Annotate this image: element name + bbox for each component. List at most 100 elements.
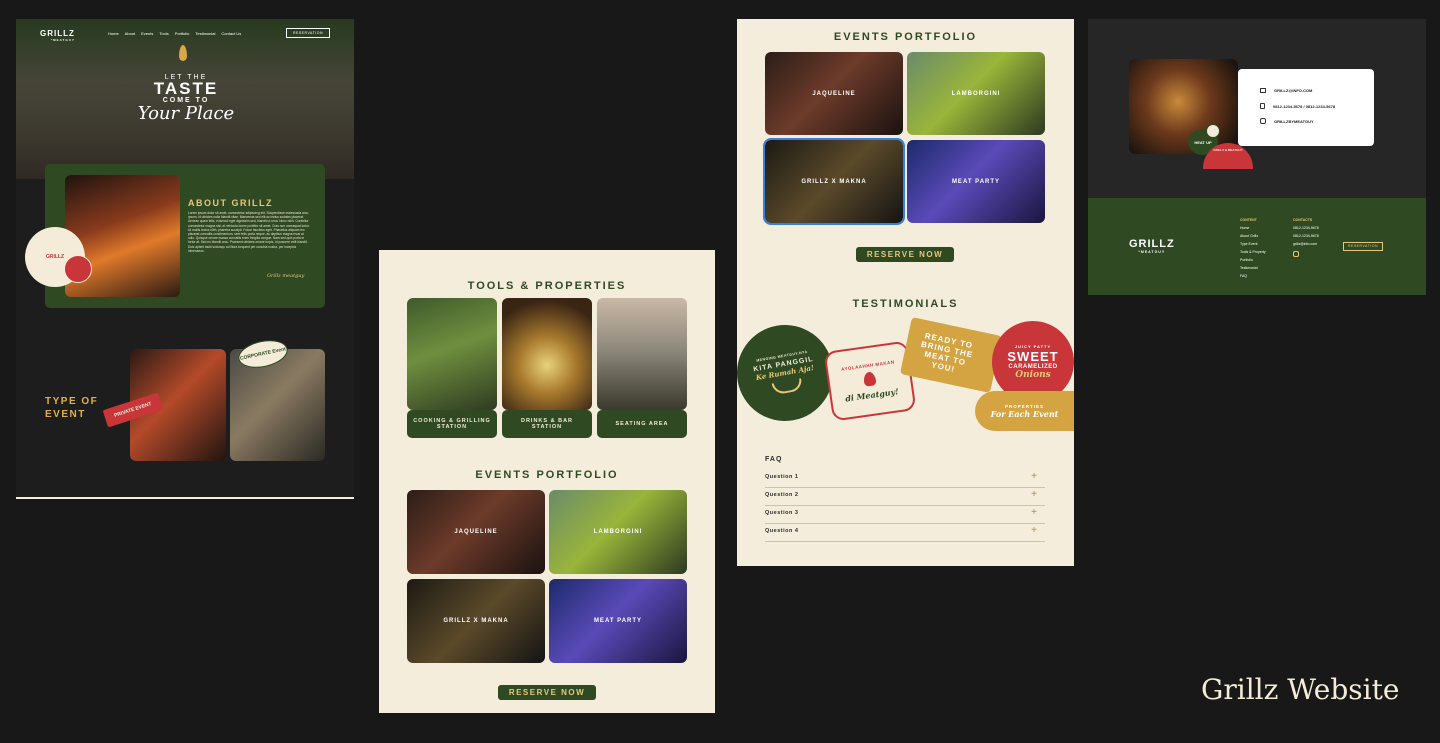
events-lamborgini-label: LAMBORGINI: [951, 90, 1001, 97]
events-portfolio-lamborgini[interactable]: LAMBORGINI: [907, 52, 1045, 135]
contact-phone: 0812-1234-5678 / 0812-1234-5678: [1273, 103, 1336, 109]
nav-home[interactable]: Home: [108, 31, 119, 36]
contact-instagram-row[interactable]: GRILLZBYMEATGUY: [1260, 118, 1314, 124]
plus-icon[interactable]: +: [1031, 471, 1037, 482]
nav-tools[interactable]: Tools: [159, 31, 168, 36]
portfolio-lamborgini[interactable]: LAMBORGINI: [549, 490, 687, 574]
home-logo-text: GRILLZ: [40, 29, 75, 38]
properties-sticker: PROPERTIES For Each Event: [975, 391, 1074, 431]
tools-drinks-photo: [502, 298, 592, 410]
portfolio-meat-party[interactable]: MEAT PARTY: [549, 579, 687, 663]
hero-line-2: TASTE: [153, 79, 219, 98]
events-portfolio-grillz-makna[interactable]: GRILLZ X MAKNA: [763, 138, 905, 225]
faq-item-3[interactable]: Question 3 +: [765, 506, 1045, 524]
grillz-badge-text: GRILLZ: [45, 254, 65, 260]
tools-drinks-caption: DRINKS & BAR STATION: [502, 410, 592, 438]
footer-logo-sub: *MEATGUY: [1138, 250, 1166, 254]
footer-contacts-title: CONTACTS: [1293, 218, 1313, 222]
footer: GRILLZ *MEATGUY CONTENT Home About Grill…: [1088, 198, 1426, 295]
footer-link-tools[interactable]: Tools & Property: [1240, 248, 1266, 256]
for-each-text: For Each Event: [990, 408, 1059, 419]
email-icon: [1260, 88, 1266, 93]
flame-icon: [862, 370, 877, 387]
plus-icon[interactable]: +: [1031, 489, 1037, 500]
hero-line-4: Your Place: [137, 103, 235, 124]
plus-icon[interactable]: +: [1031, 507, 1037, 518]
portfolio-jaqueline-label: JAQUELINE: [454, 529, 498, 535]
phone-icon: [1260, 103, 1265, 109]
footer-link-type-event[interactable]: Type Event: [1240, 240, 1266, 248]
footer-reservation-button[interactable]: RESERVATION: [1343, 242, 1383, 251]
type-of-event-title: TYPE OF EVENT: [45, 395, 98, 421]
tools-page-mockup: TOOLS & PROPERTIES COOKING & GRILLING ST…: [379, 250, 715, 713]
tools-title: TOOLS & PROPERTIES: [467, 280, 627, 292]
kita-panggil-sticker: MENGING MEATGUY.NYA KITA PANGGIL Ke Ruma…: [737, 317, 841, 429]
events-grillz-makna-label: GRILLZ X MAKNA: [801, 178, 867, 185]
nav-testimonial[interactable]: Testimonial: [195, 31, 215, 36]
events-portfolio-meat-party[interactable]: MEAT PARTY: [907, 140, 1045, 223]
ayolah-makan-sticker: AYOLAAHHH MAKAN di Meatguy!: [823, 340, 917, 422]
tools-cooking-caption: COOKING & GRILLING STATION: [407, 410, 497, 438]
portfolio-jaqueline[interactable]: JAQUELINE: [407, 490, 545, 574]
faq-item-2[interactable]: Question 2 +: [765, 488, 1045, 506]
instagram-icon: [1260, 118, 1266, 124]
footer-content-column: CONTENT Home About Grillz Type Event Too…: [1240, 216, 1266, 280]
home-logo-sub: *MEATGUY: [50, 38, 75, 42]
footer-link-home[interactable]: Home: [1240, 224, 1266, 232]
faq-question-3: Question 3: [765, 510, 799, 516]
nav-events[interactable]: Events: [141, 31, 153, 36]
footer-link-portfolio[interactable]: Portfolio: [1240, 256, 1266, 264]
tools-seating-caption: SEATING AREA: [597, 410, 687, 438]
hero-headline: LET THE TASTE COME TO Your Place: [116, 74, 256, 124]
tools-reserve-button[interactable]: RESERVE NOW: [498, 685, 596, 700]
tools-seating-photo: [597, 298, 687, 410]
nav-about[interactable]: About: [125, 31, 135, 36]
grill-icon: [771, 377, 804, 395]
events-reserve-button[interactable]: RESERVE NOW: [856, 247, 954, 262]
about-title: ABOUT GRILLZ: [188, 198, 273, 208]
onions-text: Onions: [1015, 370, 1051, 380]
contact-email-row[interactable]: GRILLZ@INFO.COM: [1260, 88, 1312, 93]
portfolio-grillz-makna-label: GRILLZ X MAKNA: [443, 618, 509, 624]
events-portfolio-title: EVENTS PORTFOLIO: [833, 31, 978, 43]
footer-email: grillz@info.com: [1293, 242, 1317, 246]
faq-question-4: Question 4: [765, 528, 799, 534]
heat-up-text: HEAT UP: [1194, 139, 1212, 145]
footer-logo-text: GRILLZ: [1129, 238, 1175, 250]
ayo-line-2: di Meatguy!: [844, 385, 900, 404]
footer-logo[interactable]: GRILLZ *MEATGUY: [1129, 238, 1175, 254]
home-logo[interactable]: GRILLZ *MEATGUY: [40, 29, 75, 42]
footer-contacts-column: CONTACTS 0812-1234-5678 0812-1234-5678 g…: [1293, 216, 1319, 257]
testimonials-title: TESTIMONIALS: [852, 298, 959, 310]
plus-icon[interactable]: +: [1031, 525, 1037, 536]
tools-portfolio-title: EVENTS PORTFOLIO: [475, 469, 619, 481]
events-jaqueline-label: JAQUELINE: [812, 90, 856, 97]
events-portfolio-jaqueline[interactable]: JAQUELINE: [765, 52, 903, 135]
ready-text: READY TO BRING THE MEAT TO YOU!: [920, 331, 974, 375]
corporate-event-text: CORPORATE Event: [239, 346, 287, 362]
footer-link-about[interactable]: About Grillz: [1240, 232, 1266, 240]
smiley-icon: [1206, 124, 1220, 138]
footer-link-testimonial[interactable]: Testimonial: [1240, 264, 1266, 272]
nav-contact[interactable]: Contact Us: [221, 31, 241, 36]
contact-instagram: GRILLZBYMEATGUY: [1274, 118, 1314, 124]
showcase-caption: Grillz Website: [1201, 673, 1400, 706]
about-card: ABOUT GRILLZ Lorem ipsum dolor sit amet,…: [45, 164, 325, 308]
faq-item-1[interactable]: Question 1 +: [765, 470, 1045, 488]
instagram-icon[interactable]: [1293, 251, 1299, 257]
home-reservation-button[interactable]: RESERVATION: [286, 28, 330, 38]
type-title-line-1: TYPE OF: [45, 396, 99, 407]
nav-portfolio[interactable]: Portfolio: [175, 31, 190, 36]
contact-phone-row[interactable]: 0812-1234-5678 / 0812-1234-5678: [1260, 103, 1335, 109]
faq-item-4[interactable]: Question 4 +: [765, 524, 1045, 542]
footer-link-faq[interactable]: FAQ: [1240, 272, 1266, 280]
portfolio-grillz-makna[interactable]: GRILLZ X MAKNA: [407, 579, 545, 663]
ayo-line-1: AYOLAAHHH MAKAN: [840, 358, 895, 372]
portfolio-meat-party-label: MEAT PARTY: [593, 618, 643, 624]
arc-text: GRILLZ & MEATGUY: [1213, 148, 1243, 152]
home-page-mockup: GRILLZ *MEATGUY Home About Events Tools …: [16, 19, 354, 499]
tools-cooking-photo: [407, 298, 497, 410]
ready-to-bring-sticker: READY TO BRING THE MEAT TO YOU!: [899, 317, 1003, 393]
about-body: Lorem ipsum dolor sit amet, consectetur …: [188, 211, 310, 253]
faq-question-2: Question 2: [765, 492, 799, 498]
